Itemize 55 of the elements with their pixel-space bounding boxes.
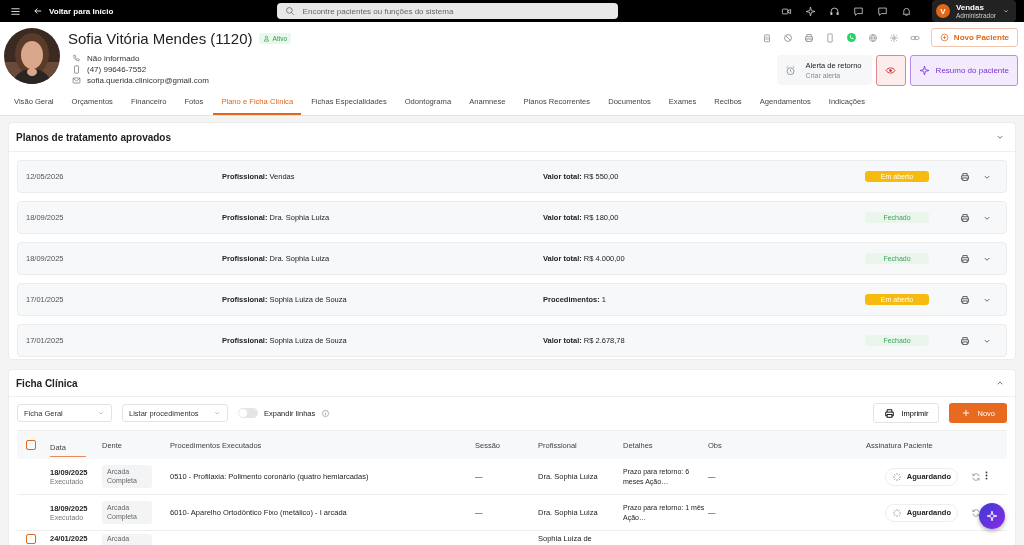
trash-icon[interactable]: [761, 32, 772, 43]
chat-icon[interactable]: [852, 5, 864, 17]
print-icon[interactable]: [803, 32, 814, 43]
chevron-icon: [213, 409, 221, 417]
person-icon: [262, 35, 270, 42]
mobile-icon: [72, 65, 81, 74]
alarm-icon: [784, 64, 796, 76]
sparkle-icon[interactable]: [804, 5, 816, 17]
chevron-icon: [97, 409, 105, 417]
back-link[interactable]: Voltar para Início: [33, 6, 114, 16]
search-icon: [284, 6, 295, 16]
view-button[interactable]: [875, 55, 906, 86]
print-icon[interactable]: [960, 171, 970, 182]
print-icon[interactable]: [960, 212, 970, 223]
loading-icon: [891, 507, 902, 518]
user-name: Vendas: [955, 3, 985, 12]
plus-icon: [961, 408, 972, 418]
select-all-checkbox[interactable]: [26, 440, 36, 450]
user-avatar: V: [935, 4, 950, 18]
globe-icon[interactable]: [867, 32, 878, 43]
plus-icon: [939, 33, 949, 42]
section-title: Planos de tratamento aprovados: [16, 131, 172, 143]
menu-icon[interactable]: [10, 5, 21, 17]
patient-name: Sofia Vitória Mendes (1120): [68, 30, 253, 47]
chevron-icon: [1002, 7, 1010, 15]
settings-icon[interactable]: [888, 32, 899, 43]
new-patient-button[interactable]: Novo Paciente: [930, 28, 1018, 47]
search-field[interactable]: Encontre pacientes ou funções do sistema: [276, 3, 618, 19]
headset-icon[interactable]: [828, 5, 840, 17]
video-icon[interactable]: [780, 5, 792, 17]
email-address: sofia.querida.clinicorp@gmail.com: [87, 76, 209, 85]
info-icon[interactable]: [321, 408, 331, 418]
eye-icon: [885, 65, 897, 76]
print-icon[interactable]: [960, 335, 970, 346]
phone-number: Não informado: [87, 54, 140, 63]
print-icon[interactable]: [960, 253, 970, 264]
mobile-icon[interactable]: [824, 32, 835, 43]
search-input[interactable]: Encontre pacientes ou funções do sistema: [300, 5, 610, 17]
bell-icon[interactable]: [900, 5, 912, 17]
loading-icon: [891, 471, 902, 482]
refresh-icon[interactable]: [971, 507, 981, 518]
back-arrow-icon: [33, 6, 43, 16]
sparkle-icon: [986, 510, 998, 522]
whatsapp-icon[interactable]: [845, 32, 857, 43]
print-icon: [884, 407, 896, 419]
print-icon[interactable]: [960, 294, 970, 305]
message-icon[interactable]: [876, 5, 888, 17]
sparkle-icon: [918, 65, 930, 76]
patient-summary-button[interactable]: Resumo do paciente: [909, 55, 1018, 86]
phone-icon: [72, 54, 81, 63]
email-icon: [72, 76, 81, 85]
phone-number: (47) 99646-7552: [87, 65, 147, 74]
section-title: Ficha Clínica: [16, 377, 78, 389]
block-icon[interactable]: [782, 32, 793, 43]
toggle-switch[interactable]: [238, 408, 258, 418]
